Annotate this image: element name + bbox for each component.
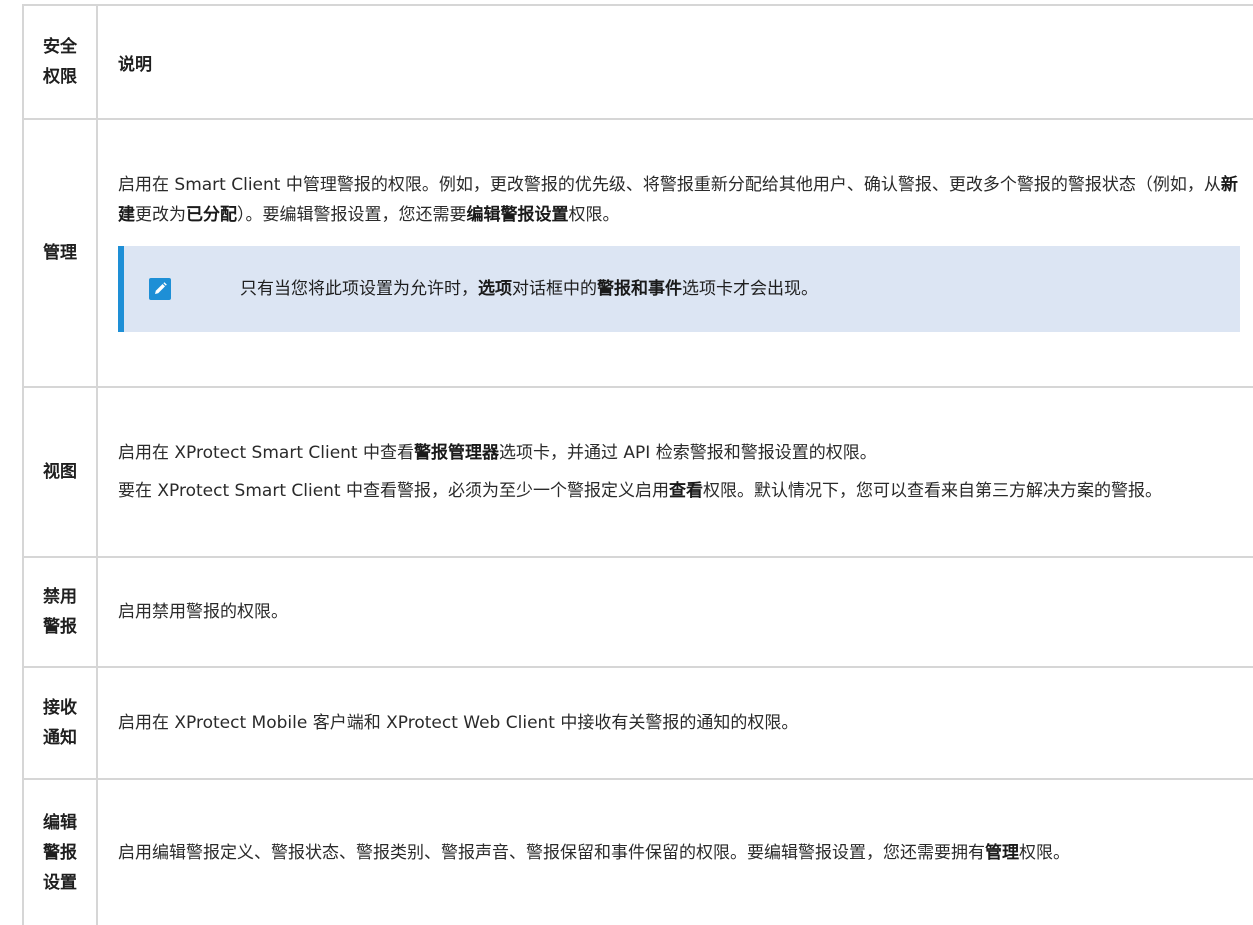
permission-name-line: 禁用 — [43, 587, 77, 607]
table-header-row: 安全 权限 说明 — [22, 4, 1253, 120]
note-text-part: 对话框中的 — [512, 279, 597, 299]
table-row-view: 视图 启用在 XProtect Smart Client 中查看警报管理器选项卡… — [22, 386, 1253, 558]
note-text: 只有当您将此项设置为允许时，选项对话框中的警报和事件选项卡才会出现。 — [240, 274, 818, 304]
permission-description: 启用在 XProtect Smart Client 中查看警报管理器选项卡，并通… — [96, 386, 1253, 558]
table-row-receive-notifications: 接收 通知 启用在 XProtect Mobile 客户端和 XProtect … — [22, 666, 1253, 780]
permission-name: 视图 — [22, 386, 97, 558]
description-text: 启用禁用警报的权限。 — [118, 602, 288, 622]
description-text: 更改为 — [135, 205, 186, 225]
column-header-description: 说明 — [96, 4, 1253, 120]
description-text: 权限。默认情况下，您可以查看来自第三方解决方案的警报。 — [703, 481, 1163, 501]
permission-name: 接收 通知 — [22, 666, 97, 780]
description-text: 权限。 — [568, 205, 620, 225]
permission-description: 启用在 XProtect Mobile 客户端和 XProtect Web Cl… — [96, 666, 1253, 780]
table-row-disable-alarms: 禁用 警报 启用禁用警报的权限。 — [22, 556, 1253, 668]
description-bold-text: 管理 — [985, 842, 1019, 863]
note-bold-text: 警报和事件 — [597, 279, 682, 299]
permission-description: 启用在 Smart Client 中管理警报的权限。例如，更改警报的优先级、将警… — [96, 118, 1253, 388]
note-box: 只有当您将此项设置为允许时，选项对话框中的警报和事件选项卡才会出现。 — [118, 246, 1240, 332]
description-bold-text: 查看 — [669, 481, 704, 501]
description-bold-text: 警报管理器 — [414, 443, 500, 463]
pencil-icon — [140, 278, 180, 300]
description-text: 启用在 XProtect Smart Client 中查看 — [118, 443, 415, 463]
permission-name: 管理 — [22, 118, 97, 388]
note-text-part: 只有当您将此项设置为允许时， — [240, 279, 478, 299]
permissions-table: 安全 权限 说明 管理 启用在 Smart Client 中管理警报的权限。例如… — [22, 4, 1253, 925]
description-text: 权限。 — [1019, 842, 1070, 863]
description-paragraph: 启用在 XProtect Mobile 客户端和 XProtect Web Cl… — [118, 708, 1240, 738]
description-paragraph: 启用禁用警报的权限。 — [118, 597, 1240, 627]
permission-name-line: 接收 — [43, 698, 77, 718]
description-text: 启用编辑警报定义、警报状态、警报类别、警报声音、警报保留和事件保留的权限。要编辑… — [118, 842, 985, 863]
description-paragraph: 启用在 XProtect Smart Client 中查看警报管理器选项卡，并通… — [118, 438, 1240, 468]
column-header-permission-line: 安全 — [43, 37, 77, 57]
permission-name: 禁用 警报 — [22, 556, 97, 668]
description-bold-text: 已分配 — [186, 205, 237, 225]
permission-name-line: 编辑 — [43, 812, 77, 833]
permission-name-line: 警报 — [43, 842, 77, 863]
description-paragraph: 要在 XProtect Smart Client 中查看警报，必须为至少一个警报… — [118, 476, 1240, 506]
permission-name-line: 管理 — [43, 243, 77, 263]
column-header-permission: 安全 权限 — [22, 4, 97, 120]
table-row-manage: 管理 启用在 Smart Client 中管理警报的权限。例如，更改警报的优先级… — [22, 118, 1253, 388]
description-paragraph: 启用编辑警报定义、警报状态、警报类别、警报声音、警报保留和事件保留的权限。要编辑… — [118, 838, 1240, 868]
description-text: 启用在 XProtect Mobile 客户端和 XProtect Web Cl… — [118, 713, 799, 733]
description-bold-text: 编辑警报设置 — [466, 205, 569, 225]
permission-name-line: 通知 — [43, 728, 77, 748]
note-text-part: 选项卡才会出现。 — [682, 279, 818, 299]
permission-name-line: 设置 — [43, 872, 77, 893]
permission-name-line: 警报 — [43, 617, 77, 637]
permission-name-line: 视图 — [43, 462, 77, 482]
note-bold-text: 选项 — [478, 279, 512, 299]
pencil-icon-graphic — [149, 278, 171, 300]
description-text: 要在 XProtect Smart Client 中查看警报，必须为至少一个警报… — [118, 481, 670, 501]
description-text: ）。要编辑警报设置，您还需要 — [237, 205, 467, 225]
permission-name: 编辑 警报 设置 — [22, 778, 97, 925]
table-row-edit-alarm-settings: 编辑 警报 设置 启用编辑警报定义、警报状态、警报类别、警报声音、警报保留和事件… — [22, 778, 1253, 925]
column-header-permission-line: 权限 — [43, 67, 77, 87]
description-paragraph: 启用在 Smart Client 中管理警报的权限。例如，更改警报的优先级、将警… — [118, 170, 1240, 230]
description-text: 选项卡，并通过 API 检索警报和警报设置的权限。 — [499, 443, 877, 463]
permission-description: 启用编辑警报定义、警报状态、警报类别、警报声音、警报保留和事件保留的权限。要编辑… — [96, 778, 1253, 925]
permission-description: 启用禁用警报的权限。 — [96, 556, 1253, 668]
description-text: 启用在 Smart Client 中管理警报的权限。例如，更改警报的优先级、将警… — [118, 175, 1221, 195]
